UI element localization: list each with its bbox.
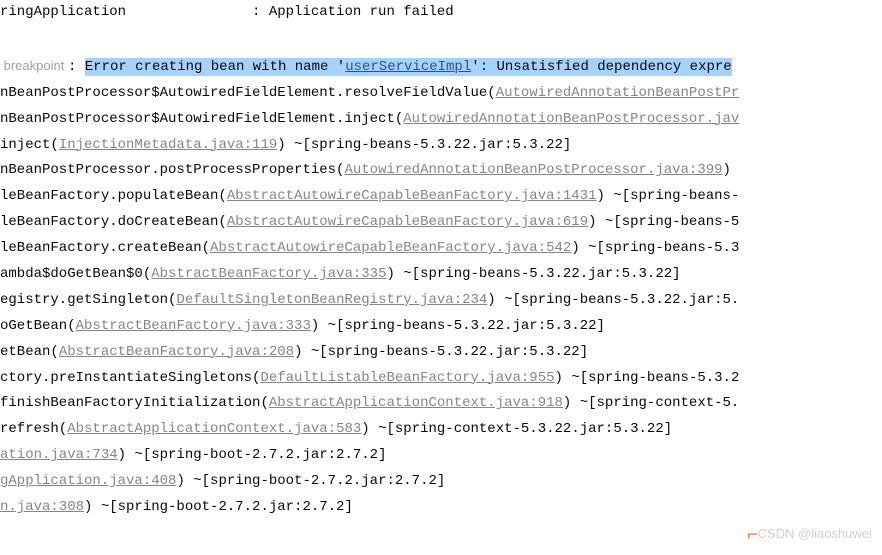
source-link[interactable]: AutowiredAnnotationBeanPostProcessor.jav: [403, 111, 739, 127]
watermark: ⌐CSDN @liaoshuwei: [747, 518, 872, 551]
error-highlight: Error creating bean with name 'userServi…: [85, 58, 732, 76]
watermark-icon: ⌐: [747, 524, 758, 544]
jar-info: ) ~[spring-boot-2.7.2.jar:2.7.2]: [118, 447, 387, 463]
jar-info: ) ~[spring-context-5.: [563, 395, 739, 411]
source-link[interactable]: AbstractApplicationContext.java:583: [67, 421, 361, 437]
log-class: ringApplication :: [0, 4, 269, 20]
source-link[interactable]: gApplication.java:408: [0, 473, 176, 489]
log-line: ringApplication : Application run failed: [0, 0, 882, 26]
stack-frame: refresh(AbstractApplicationContext.java:…: [0, 417, 882, 443]
hl-text-before: Error creating bean with name ': [85, 59, 345, 75]
stack-frame: nBeanPostProcessor.postProcessProperties…: [0, 158, 882, 184]
frame-text: nBeanPostProcessor$AutowiredFieldElement…: [0, 85, 496, 101]
frame-text: ambda$doGetBean$0(: [0, 266, 151, 282]
stack-frame: ambda$doGetBean$0(AbstractBeanFactory.ja…: [0, 262, 882, 288]
hl-text-after: ': Unsatisfied dependency expre: [471, 59, 731, 75]
frame-text: leBeanFactory.populateBean(: [0, 188, 227, 204]
stack-frame: nBeanPostProcessor$AutowiredFieldElement…: [0, 81, 882, 107]
source-link[interactable]: ation.java:734: [0, 447, 118, 463]
stack-frame: ation.java:734) ~[spring-boot-2.7.2.jar:…: [0, 443, 882, 469]
jar-info: ) ~[spring-beans-5.3.22.jar:5.: [487, 292, 739, 308]
frame-text: finishBeanFactoryInitialization(: [0, 395, 269, 411]
jar-info: ) ~[spring-beans-5.3: [571, 240, 739, 256]
frame-text: nBeanPostProcessor.postProcessProperties…: [0, 162, 344, 178]
frame-text: leBeanFactory.createBean(: [0, 240, 210, 256]
frame-text: etBean(: [0, 344, 59, 360]
frame-text: leBeanFactory.doCreateBean(: [0, 214, 227, 230]
jar-info: ) ~[spring-beans-5.3.22.jar:5.3.22]: [277, 137, 571, 153]
stack-frame: leBeanFactory.createBean(AbstractAutowir…: [0, 236, 882, 262]
stack-frame: finishBeanFactoryInitialization(Abstract…: [0, 391, 882, 417]
frame-text: ctory.preInstantiateSingletons(: [0, 370, 260, 386]
source-link[interactable]: AbstractBeanFactory.java:335: [151, 266, 386, 282]
source-link[interactable]: AbstractApplicationContext.java:918: [269, 395, 563, 411]
source-link[interactable]: AutowiredAnnotationBeanPostProcessor.jav…: [344, 162, 722, 178]
source-link[interactable]: AbstractAutowireCapableBeanFactory.java:…: [227, 214, 588, 230]
spacer: [0, 26, 882, 54]
jar-info: ) ~[spring-boot-2.7.2.jar:2.7.2]: [176, 473, 445, 489]
source-link[interactable]: DefaultListableBeanFactory.java:955: [260, 370, 554, 386]
jar-info: ) ~[spring-context-5.3.22.jar:5.3.22]: [361, 421, 672, 437]
frame-text: refresh(: [0, 421, 67, 437]
stack-frame: leBeanFactory.doCreateBean(AbstractAutow…: [0, 210, 882, 236]
breakpoint-line: breakpoint : Error creating bean with na…: [0, 54, 882, 81]
watermark-text: CSDN @liaoshuwei: [758, 526, 872, 541]
stack-frame: inject(InjectionMetadata.java:119) ~[spr…: [0, 133, 882, 159]
jar-info: ) ~[spring-beans-5.3.22.jar:5.3.22]: [311, 318, 605, 334]
frame-text: oGetBean(: [0, 318, 76, 334]
stack-frame: gApplication.java:408) ~[spring-boot-2.7…: [0, 469, 882, 495]
stack-frame: oGetBean(AbstractBeanFactory.java:333) ~…: [0, 314, 882, 340]
stack-frame: nBeanPostProcessor$AutowiredFieldElement…: [0, 107, 882, 133]
jar-info: ) ~[spring-beans-5.3.2: [555, 370, 740, 386]
source-link[interactable]: InjectionMetadata.java:119: [59, 137, 277, 153]
source-link[interactable]: AbstractAutowireCapableBeanFactory.java:…: [227, 188, 597, 204]
stack-frame: etBean(AbstractBeanFactory.java:208) ~[s…: [0, 340, 882, 366]
frame-text: inject(: [0, 137, 59, 153]
jar-info: ) ~[spring-beans-5: [588, 214, 739, 230]
separator: :: [68, 59, 85, 75]
log-msg: Application run failed: [269, 4, 454, 20]
source-link[interactable]: AbstractBeanFactory.java:333: [76, 318, 311, 334]
jar-info: ): [723, 162, 731, 178]
jar-info: ) ~[spring-beans-: [597, 188, 740, 204]
stack-frame: egistry.getSingleton(DefaultSingletonBea…: [0, 288, 882, 314]
source-link[interactable]: n.java:308: [0, 499, 84, 515]
source-link[interactable]: DefaultSingletonBeanRegistry.java:234: [176, 292, 487, 308]
jar-info: ) ~[spring-boot-2.7.2.jar:2.7.2]: [84, 499, 353, 515]
frame-text: nBeanPostProcessor$AutowiredFieldElement…: [0, 111, 403, 127]
source-link[interactable]: AbstractBeanFactory.java:208: [59, 344, 294, 360]
jar-info: ) ~[spring-beans-5.3.22.jar:5.3.22]: [294, 344, 588, 360]
source-link[interactable]: AutowiredAnnotationBeanPostPr: [496, 85, 740, 101]
source-link[interactable]: AbstractAutowireCapableBeanFactory.java:…: [210, 240, 571, 256]
bean-link-userserviceimpl[interactable]: userServiceImpl: [345, 59, 471, 75]
stack-frame: ctory.preInstantiateSingletons(DefaultLi…: [0, 366, 882, 392]
jar-info: ) ~[spring-beans-5.3.22.jar:5.3.22]: [386, 266, 680, 282]
stack-frame: leBeanFactory.populateBean(AbstractAutow…: [0, 184, 882, 210]
breakpoint-label: breakpoint: [0, 58, 68, 73]
frame-text: egistry.getSingleton(: [0, 292, 176, 308]
